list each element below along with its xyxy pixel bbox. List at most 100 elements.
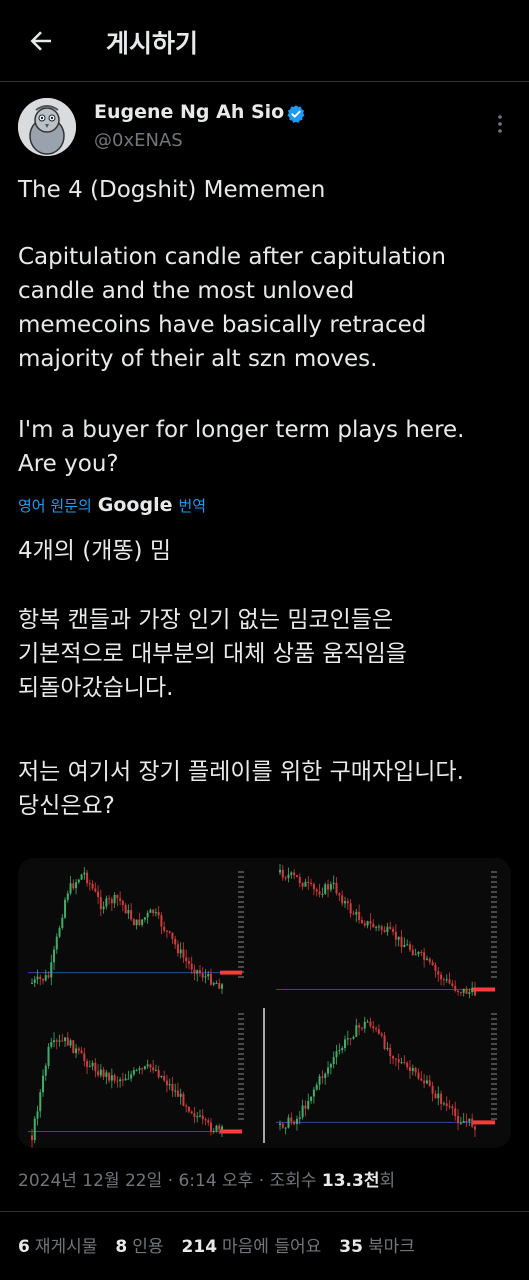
candle-body xyxy=(301,1105,304,1118)
candle-body xyxy=(221,1126,223,1130)
candle-body xyxy=(69,883,72,894)
candle-body xyxy=(417,952,420,955)
translated-paragraph: 저는 여기서 장기 플레이를 위한 구매자입니다. 당신은요? xyxy=(18,759,464,819)
candle-body xyxy=(141,1068,144,1070)
candle-body xyxy=(423,1080,426,1084)
candle-body xyxy=(154,1069,157,1071)
candle-body xyxy=(55,936,58,950)
candle-body xyxy=(130,1074,133,1079)
candle-body xyxy=(187,1106,190,1112)
candle-body xyxy=(434,964,437,972)
candle-body xyxy=(380,1033,383,1036)
candle-body xyxy=(113,1075,116,1081)
likes-stat[interactable]: 214 마음에 들어요 xyxy=(182,1232,322,1257)
candle-body xyxy=(50,962,53,978)
price-marker xyxy=(220,1129,242,1134)
avatar[interactable] xyxy=(18,98,76,156)
candle-body xyxy=(287,1117,290,1128)
bookmarks-stat[interactable]: 35 북마크 xyxy=(339,1232,415,1257)
candle-body xyxy=(363,923,366,926)
candle-body xyxy=(372,923,375,928)
engagement-stats: 6 재게시물 8 인용 214 마음에 들어요 35 북마크 xyxy=(18,1232,415,1257)
candle-body xyxy=(182,949,185,958)
candle-body xyxy=(55,1040,58,1042)
candle-body xyxy=(445,979,448,981)
candle-body xyxy=(411,1067,414,1071)
candle-body xyxy=(400,1062,403,1064)
candle-body xyxy=(355,911,358,915)
verified-badge-icon xyxy=(287,105,305,123)
candle-body xyxy=(383,929,386,932)
candle-body xyxy=(47,975,50,978)
post-image[interactable] xyxy=(18,858,511,1148)
candle-body xyxy=(91,1062,94,1067)
author-name[interactable]: Eugene Ng Ah Sio xyxy=(94,101,284,123)
candle-body xyxy=(321,1076,324,1078)
candle-body xyxy=(171,932,174,939)
candle-body xyxy=(36,976,39,980)
candle-body xyxy=(97,891,100,898)
candle-body xyxy=(462,988,465,993)
candle-body xyxy=(127,910,130,914)
candle-body xyxy=(132,919,135,926)
candle-body xyxy=(392,928,395,932)
candle-body xyxy=(358,911,361,921)
candle-body xyxy=(462,1120,465,1123)
candle-body xyxy=(187,961,190,964)
candle-body xyxy=(327,884,330,890)
candle-body xyxy=(204,1119,207,1121)
candle-body xyxy=(383,1035,386,1049)
candle-body xyxy=(127,1078,130,1080)
quotes-stat[interactable]: 8 인용 xyxy=(115,1232,163,1257)
candle-body xyxy=(218,982,221,989)
candle-body xyxy=(218,1125,221,1130)
candle-body xyxy=(324,884,327,894)
author-handle[interactable]: @0xENAS xyxy=(94,130,183,151)
translated-paragraph: 항복 캔들과 가장 인기 없는 밈코인들은 기본적으로 대부분의 대체 상품 움… xyxy=(18,607,407,701)
candle-body xyxy=(168,1083,171,1086)
candle-body xyxy=(304,1105,307,1109)
candle-body xyxy=(284,877,287,879)
reposts-stat[interactable]: 6 재게시물 xyxy=(18,1232,97,1257)
candle-body xyxy=(372,1026,375,1029)
candle-body xyxy=(31,1135,33,1141)
candle-body xyxy=(327,1067,330,1074)
candle-body xyxy=(143,917,146,920)
candle-body xyxy=(44,1065,47,1076)
candle-body xyxy=(80,874,83,880)
candle-body xyxy=(366,1021,369,1023)
candle-body xyxy=(332,1057,335,1065)
candle-body xyxy=(33,1118,36,1141)
candle-body xyxy=(130,910,133,920)
candle-body xyxy=(344,901,346,904)
candle-body xyxy=(403,1062,406,1064)
candle-body xyxy=(423,952,426,960)
candle-body xyxy=(335,882,338,894)
candle-body xyxy=(94,1062,97,1072)
candle-body xyxy=(138,1068,141,1071)
view-suffix: 회 xyxy=(379,1171,396,1191)
candle-body xyxy=(414,1067,417,1073)
candle-body xyxy=(160,915,163,927)
translation-attribution[interactable]: 영어 원문의 Google 번역 xyxy=(18,494,206,516)
candle-body xyxy=(58,928,61,937)
back-arrow-icon[interactable] xyxy=(26,26,56,56)
candle-body xyxy=(171,1083,174,1092)
candle-body xyxy=(83,1053,86,1062)
candle-body xyxy=(53,949,56,963)
candle-body xyxy=(363,1021,366,1029)
candle-body xyxy=(146,1064,149,1067)
candle-body xyxy=(146,912,149,918)
candle-body xyxy=(132,1070,135,1075)
candle-body xyxy=(50,1042,53,1047)
more-options-icon[interactable] xyxy=(492,113,508,135)
candle-body xyxy=(457,1116,460,1124)
candle-body xyxy=(312,884,315,890)
candle-body xyxy=(420,952,423,954)
candle-body xyxy=(182,1093,185,1106)
candle-body xyxy=(459,991,462,993)
candle-body xyxy=(135,919,138,926)
candle-body xyxy=(69,1040,72,1046)
candle-body xyxy=(97,1071,100,1076)
candle-body xyxy=(352,913,355,915)
